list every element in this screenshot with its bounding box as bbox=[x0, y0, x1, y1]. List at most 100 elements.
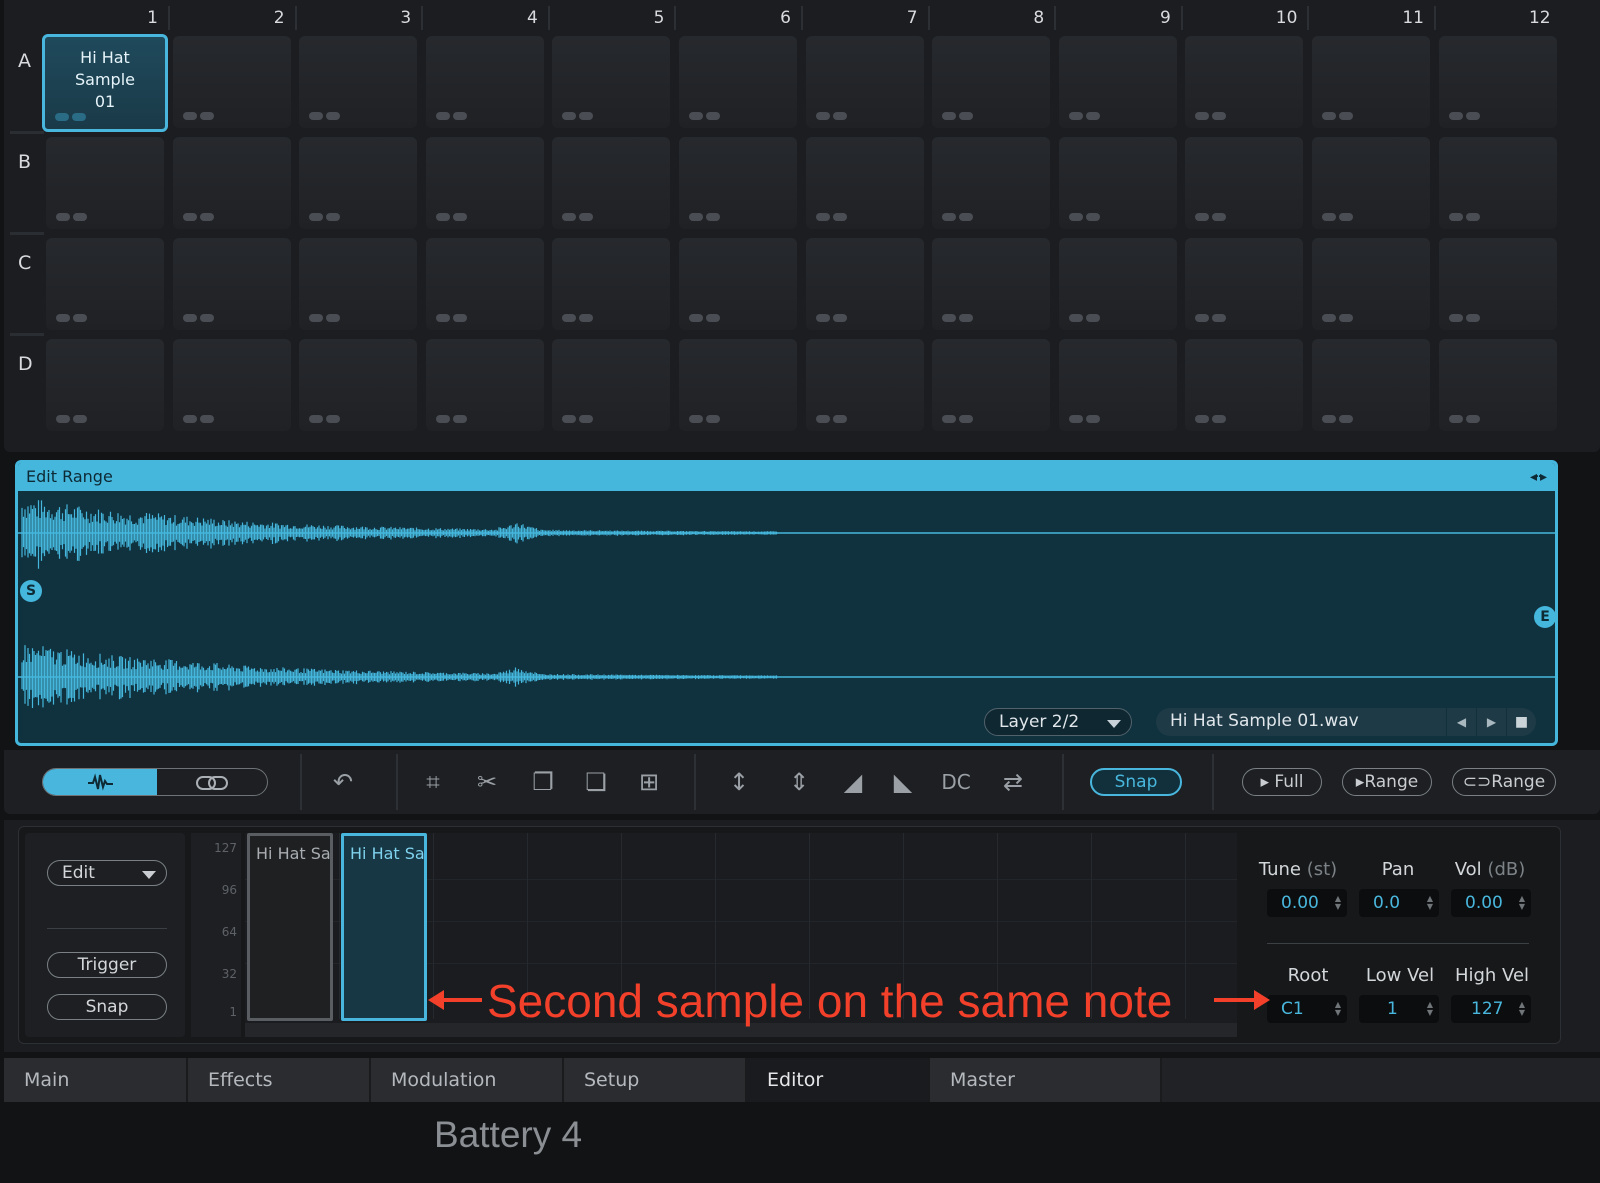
tab-modulation[interactable]: Modulation bbox=[371, 1058, 564, 1102]
cell-c11[interactable] bbox=[1312, 238, 1430, 330]
cell-d7[interactable] bbox=[805, 339, 924, 431]
fade-out-icon[interactable]: ◣ bbox=[886, 766, 920, 798]
cell-c3[interactable] bbox=[299, 238, 418, 330]
waveform-view-button[interactable] bbox=[43, 769, 157, 795]
expand-horizontal-icon[interactable]: ◂··▸ bbox=[1530, 469, 1547, 485]
duplicate-icon[interactable]: ⊞ bbox=[632, 766, 666, 798]
view-mode-switch[interactable] bbox=[42, 768, 268, 796]
link-view-button[interactable] bbox=[157, 769, 267, 795]
end-marker[interactable]: E bbox=[1534, 606, 1555, 628]
cell-a11[interactable] bbox=[1312, 36, 1430, 128]
cell-b8[interactable] bbox=[932, 137, 1051, 229]
zone-snap-button[interactable]: Snap bbox=[47, 994, 167, 1020]
play-range-button[interactable]: ▸Range bbox=[1342, 768, 1432, 796]
cell-b1[interactable] bbox=[46, 137, 164, 229]
cell-c1[interactable] bbox=[46, 238, 164, 330]
cell-d10[interactable] bbox=[1185, 339, 1304, 431]
cell-a6[interactable] bbox=[679, 36, 797, 128]
loop-range-button[interactable]: ⊂⊃Range bbox=[1452, 768, 1556, 796]
cell-b7[interactable] bbox=[805, 137, 924, 229]
tab-setup[interactable]: Setup bbox=[564, 1058, 747, 1102]
cell-a4[interactable] bbox=[425, 36, 544, 128]
zone-hi-hat-sample-1[interactable]: Hi Hat Sa bbox=[247, 833, 333, 1021]
prev-sample-icon[interactable]: ◀ bbox=[1446, 708, 1476, 736]
cell-b5[interactable] bbox=[552, 137, 671, 229]
cell-d12[interactable] bbox=[1438, 339, 1557, 431]
tab-effects[interactable]: Effects bbox=[188, 1058, 371, 1102]
trigger-button[interactable]: Trigger bbox=[47, 952, 167, 978]
cell-d8[interactable] bbox=[932, 339, 1051, 431]
edit-mode-dropdown[interactable]: Edit bbox=[47, 860, 167, 886]
cell-b10[interactable] bbox=[1185, 137, 1304, 229]
cell-d1[interactable] bbox=[46, 339, 164, 431]
cell-c8[interactable] bbox=[932, 238, 1051, 330]
start-marker[interactable]: S bbox=[20, 580, 42, 602]
cell-a12[interactable] bbox=[1438, 36, 1557, 128]
cell-c7[interactable] bbox=[805, 238, 924, 330]
high-velocity-field[interactable]: 127 ▲ ▼ bbox=[1451, 995, 1531, 1023]
waveform-display[interactable] bbox=[18, 491, 1555, 743]
cell-d2[interactable] bbox=[172, 339, 291, 431]
cell-b9[interactable] bbox=[1058, 137, 1177, 229]
sample-file-selector[interactable]: Hi Hat Sample 01.wav ◀ ▶ ■ bbox=[1156, 708, 1536, 736]
cell-d4[interactable] bbox=[425, 339, 544, 431]
paste-icon[interactable]: ❏ bbox=[579, 766, 613, 798]
cut-icon[interactable]: ✂ bbox=[470, 766, 504, 798]
pan-field[interactable]: 0.0 ▲ ▼ bbox=[1359, 889, 1439, 917]
cell-a8[interactable] bbox=[932, 36, 1051, 128]
low-velocity-field[interactable]: 1 ▲ ▼ bbox=[1359, 995, 1439, 1023]
normalize-icon[interactable]: ↕ bbox=[722, 766, 756, 798]
cell-b2[interactable] bbox=[172, 137, 291, 229]
cell-a2[interactable] bbox=[172, 36, 291, 128]
silence-icon[interactable]: ⇕ bbox=[782, 766, 816, 798]
stepper-icon[interactable]: ▲ ▼ bbox=[1519, 1001, 1525, 1017]
stepper-icon[interactable]: ▲ ▼ bbox=[1519, 895, 1525, 911]
undo-icon[interactable]: ↶ bbox=[326, 766, 360, 798]
cell-d11[interactable] bbox=[1312, 339, 1430, 431]
layer-dropdown[interactable]: Layer 2/2 bbox=[984, 708, 1132, 736]
folder-icon[interactable]: ■ bbox=[1506, 708, 1536, 736]
cell-b11[interactable] bbox=[1312, 137, 1430, 229]
cell-a3[interactable] bbox=[299, 36, 418, 128]
fade-in-icon[interactable]: ◢ bbox=[836, 766, 870, 798]
cell-a7[interactable] bbox=[805, 36, 924, 128]
next-sample-icon[interactable]: ▶ bbox=[1476, 708, 1506, 736]
cell-b4[interactable] bbox=[425, 137, 544, 229]
cell-c12[interactable] bbox=[1438, 238, 1557, 330]
stepper-icon[interactable]: ▲ ▼ bbox=[1335, 1001, 1341, 1017]
cell-b3[interactable] bbox=[299, 137, 418, 229]
stepper-icon[interactable]: ▲ ▼ bbox=[1427, 895, 1433, 911]
cell-a10[interactable] bbox=[1185, 36, 1304, 128]
cell-a1[interactable]: Hi Hat Sample 01 bbox=[42, 34, 168, 132]
cell-d9[interactable] bbox=[1058, 339, 1177, 431]
play-full-button[interactable]: ▸ Full bbox=[1242, 768, 1322, 796]
cell-d3[interactable] bbox=[299, 339, 418, 431]
cell-c5[interactable] bbox=[552, 238, 671, 330]
vol-field[interactable]: 0.00 ▲ ▼ bbox=[1451, 889, 1531, 917]
cell-b12[interactable] bbox=[1438, 137, 1557, 229]
cell-d6[interactable] bbox=[679, 339, 797, 431]
zone-hi-hat-sample-2[interactable]: Hi Hat Sa bbox=[341, 833, 427, 1021]
tab-editor[interactable]: Editor bbox=[747, 1058, 930, 1102]
tab-main[interactable]: Main bbox=[4, 1058, 188, 1102]
root-note-field[interactable]: C1 ▲ ▼ bbox=[1267, 995, 1347, 1023]
snap-button[interactable]: Snap bbox=[1090, 768, 1182, 796]
dc-offset-button[interactable]: DC bbox=[936, 766, 976, 798]
cell-a5[interactable] bbox=[552, 36, 671, 128]
stepper-icon[interactable]: ▲ ▼ bbox=[1335, 895, 1341, 911]
cell-c4[interactable] bbox=[425, 238, 544, 330]
cell-c10[interactable] bbox=[1185, 238, 1304, 330]
copy-icon[interactable]: ❐ bbox=[526, 766, 560, 798]
waveform-editor[interactable]: Edit Range ◂··▸ S E Layer 2/2 Hi Hat Sam… bbox=[15, 460, 1558, 746]
reverse-icon[interactable]: ⇄ bbox=[996, 766, 1030, 798]
cell-c2[interactable] bbox=[172, 238, 291, 330]
tune-field[interactable]: 0.00 ▲ ▼ bbox=[1267, 889, 1347, 917]
cell-b6[interactable] bbox=[679, 137, 797, 229]
crop-icon[interactable]: ⌗ bbox=[416, 766, 450, 798]
cell-c9[interactable] bbox=[1058, 238, 1177, 330]
stepper-icon[interactable]: ▲ ▼ bbox=[1427, 1001, 1433, 1017]
cell-d5[interactable] bbox=[552, 339, 671, 431]
cell-a9[interactable] bbox=[1058, 36, 1177, 128]
cell-c6[interactable] bbox=[679, 238, 797, 330]
tab-master[interactable]: Master bbox=[930, 1058, 1162, 1102]
